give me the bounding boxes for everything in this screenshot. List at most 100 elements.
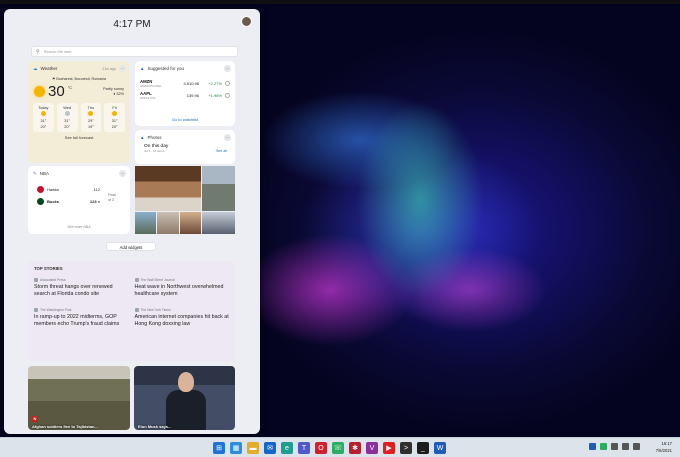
weather-icon: ☁ [33, 65, 38, 71]
wifi-icon[interactable] [611, 443, 618, 450]
story-item[interactable]: The New York Times American internet com… [134, 308, 230, 328]
bucks-logo-icon [37, 198, 44, 205]
day-low: 20° [111, 125, 118, 129]
teams-icon[interactable]: T [298, 442, 310, 454]
status-ot: ot 3 [108, 198, 114, 202]
photos-title: Photos [147, 135, 162, 140]
nba-widget[interactable]: ✎ NBA ··· Hawks 112 Bucks 123 × Final ot… [28, 166, 130, 234]
add-to-watchlist-icon[interactable] [225, 93, 230, 98]
news-card[interactable]: N Afghan soldiers flee to Tajikistan... [28, 366, 130, 430]
company-name: APPLE INC. [140, 96, 157, 100]
stock-symbol: AMZN AMAZON.COM... [140, 79, 163, 88]
sun-icon [88, 111, 94, 116]
stock-change: +1.96% [208, 93, 222, 98]
more-options-icon[interactable]: ··· [224, 134, 231, 141]
photo-thumbnail[interactable] [202, 212, 235, 234]
team-row[interactable]: Hawks 112 [28, 186, 130, 193]
forecast-day[interactable]: Today 31° 20° [33, 103, 54, 132]
stock-row[interactable]: AMZN AMAZON.COM... 3,510.98 +2.27% [135, 79, 235, 88]
forecast-day[interactable]: Wed 31° 20° [56, 103, 78, 132]
weather-updated: 21m ago [102, 66, 116, 71]
photos-icon: ▲ [140, 135, 145, 140]
top-edge [0, 0, 680, 4]
more-options-icon[interactable]: ··· [119, 65, 126, 72]
sun-icon [40, 111, 46, 116]
forecast-day[interactable]: Fri 31° 20° [104, 103, 125, 132]
whatsapp-icon[interactable]: ☏ [332, 442, 344, 454]
app-icon-red[interactable]: ✱ [349, 442, 361, 454]
story-source: Associated Press [40, 278, 66, 282]
stock-row[interactable]: AAPL APPLE INC. 139.96 +1.96% [135, 91, 235, 100]
opera-icon[interactable]: O [315, 442, 327, 454]
day-low: 20° [64, 125, 70, 129]
forecast-day[interactable]: Thu 29° 19° [80, 103, 102, 132]
tray-app-icon[interactable] [589, 443, 596, 450]
taskbar-clock[interactable]: 16:17 7/6/2021 [656, 441, 672, 454]
photo-thumbnail-group[interactable] [135, 212, 201, 234]
profile-avatar[interactable] [241, 16, 252, 27]
temp-unit: °C [67, 85, 73, 90]
photo-thumbnail[interactable] [202, 166, 235, 211]
hawks-logo-icon [37, 186, 44, 193]
nba-icon: ✎ [33, 170, 37, 176]
watchlist-link[interactable]: Go to watchlist [172, 117, 198, 122]
stock-change: +2.27% [208, 81, 222, 86]
stock-price: 3,510.98 [183, 81, 199, 86]
tray-app-icon[interactable] [600, 443, 607, 450]
story-item[interactable]: Associated Press Storm threat hangs over… [34, 278, 129, 298]
photo-thumbnail[interactable] [135, 166, 201, 211]
cloud-icon [64, 111, 70, 116]
top-stories-widget: TOP STORIES Associated Press Storm threa… [28, 261, 235, 361]
weather-widget[interactable]: ☁ Weather 21m ago ··· ⚑ Bucharest, Bucur… [28, 61, 130, 163]
terminal-icon[interactable]: > [400, 442, 412, 454]
see-all-link[interactable]: See all [216, 149, 227, 153]
taskbar-apps: ⊞ ▦ ▬ ✉ e T O ☏ ✱ V ▶ > _ W [213, 442, 446, 454]
team-name: Hawks [47, 187, 60, 192]
story-source: The Wall Street Journal [140, 278, 175, 282]
game-status: Final ot 3 [108, 193, 116, 203]
stocks-icon: ▲ [140, 66, 145, 71]
news-card[interactable]: Elon Musk says... [134, 366, 235, 430]
panel-clock: 4:17 PM [113, 19, 151, 30]
story-item[interactable]: The Wall Street Journal Heat wave in Nor… [134, 278, 230, 298]
source-logo-icon [134, 308, 139, 312]
photo-subject [166, 390, 206, 430]
widgets-icon[interactable]: ▦ [230, 442, 242, 454]
more-options-icon[interactable]: ··· [224, 65, 231, 72]
photos-widget[interactable]: ▲ Photos ··· On this day Jul 6 · 16 item… [135, 130, 235, 164]
system-tray [589, 443, 640, 450]
nba-title: NBA [39, 171, 50, 176]
more-options-icon[interactable]: ··· [119, 170, 126, 177]
story-headline: Heat wave in Northwest overwhelmed healt… [134, 284, 224, 297]
taskbar: ⊞ ▦ ▬ ✉ e T O ☏ ✱ V ▶ > _ W 16:17 7/6/2021 [0, 437, 680, 457]
mail-icon[interactable]: ✉ [264, 442, 276, 454]
search-input[interactable] [43, 49, 224, 54]
terminal-dark-icon[interactable]: _ [417, 442, 429, 454]
stocks-widget[interactable]: ▲ Suggested for you ··· AMZN AMAZON.COM..… [135, 61, 235, 126]
photo-collage[interactable] [135, 166, 235, 234]
story-item[interactable]: The Washington Post In ramp-up to 2022 m… [34, 308, 129, 328]
vivaldi-icon[interactable]: V [366, 442, 378, 454]
forecast-days: Today 31° 20° Wed 31° 20° Thu 29° 19° Fr… [28, 100, 130, 132]
word-icon[interactable]: W [434, 442, 446, 454]
see-more-nba-link[interactable]: See more NBA [67, 225, 90, 229]
location-pin-icon: ⚑ [52, 77, 56, 81]
humidity-value: 32% [116, 91, 124, 96]
photos-date: Jul 6 · 16 items [144, 149, 165, 153]
news-caption: Afghan soldiers flee to Tajikistan... [32, 424, 98, 429]
edge-icon[interactable]: e [281, 442, 293, 454]
sun-icon [112, 111, 118, 116]
volume-icon[interactable] [622, 443, 629, 450]
add-to-watchlist-icon[interactable] [225, 81, 230, 86]
add-widgets-button[interactable]: Add widgets [106, 242, 156, 251]
full-forecast-link[interactable]: See full forecast [28, 135, 130, 140]
web-search-box[interactable]: ⚲ [31, 46, 238, 57]
story-headline: Storm threat hangs over renewed search a… [34, 284, 113, 297]
start-icon[interactable]: ⊞ [213, 442, 225, 454]
battery-icon[interactable] [633, 443, 640, 450]
news-source-badge-icon: N [32, 416, 38, 422]
file-explorer-icon[interactable]: ▬ [247, 442, 259, 454]
team-name: Bucks [47, 199, 60, 204]
team-score: 112 [93, 187, 100, 192]
youtube-icon[interactable]: ▶ [383, 442, 395, 454]
